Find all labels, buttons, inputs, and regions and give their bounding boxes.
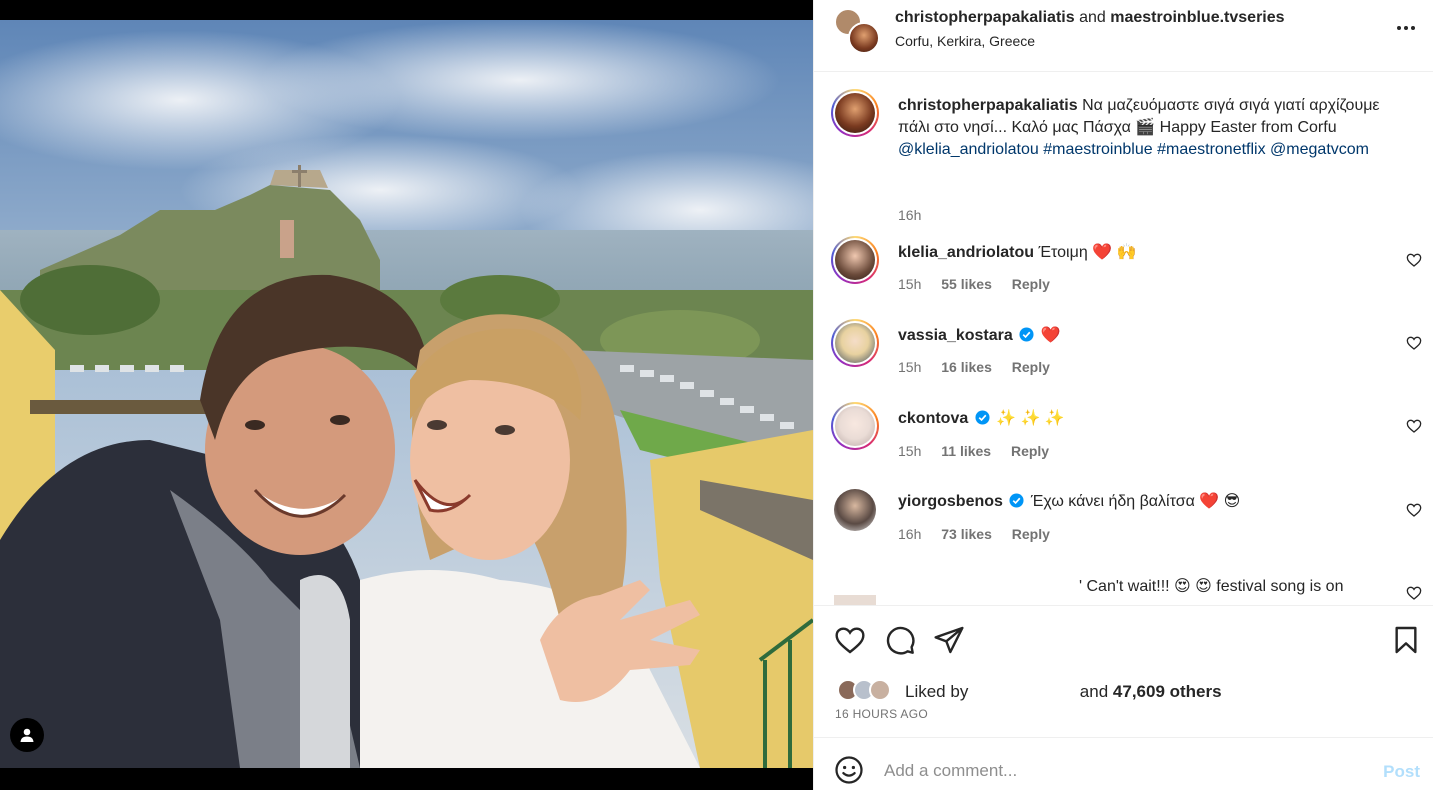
verified-badge-icon xyxy=(1009,493,1024,508)
likes-count[interactable]: 47,609 others xyxy=(1113,682,1222,701)
smiley-icon[interactable] xyxy=(834,755,864,785)
comment-text: yiorgosbenos Έχω κάνει ήδη βαλίτσα ❤️ 😎 xyxy=(898,491,1398,513)
post-authors: christopherpapakaliatis and maestroinblu… xyxy=(895,8,1285,28)
comment-body: ✨ ✨ ✨ xyxy=(996,410,1065,427)
comment-likes[interactable]: 16 likes xyxy=(941,359,992,375)
more-horizontal-icon xyxy=(1397,26,1415,30)
avatar xyxy=(835,240,875,280)
liker-avatars[interactable] xyxy=(834,678,898,702)
comment-time[interactable]: 15h xyxy=(898,359,921,375)
comment-body: Έχω κάνει ήδη βαλίτσα ❤️ 😎 xyxy=(1030,493,1241,510)
caption-meta: 16h xyxy=(898,207,937,223)
comment-input[interactable] xyxy=(884,758,1344,784)
mention-link[interactable]: @klelia_andriolatou xyxy=(898,141,1039,158)
heart-icon[interactable] xyxy=(1406,335,1422,351)
comment-meta: 15h 11 likes Reply xyxy=(898,443,1065,459)
comment-username[interactable]: yiorgosbenos xyxy=(898,493,1003,510)
comment-meta: 15h 16 likes Reply xyxy=(898,359,1066,375)
comment-username[interactable]: klelia_andriolatou xyxy=(898,244,1034,261)
reply-button[interactable]: Reply xyxy=(1012,526,1050,542)
bookmark-icon[interactable] xyxy=(1390,624,1422,656)
post-header: christopherpapakaliatis and maestroinblu… xyxy=(814,0,1433,72)
reply-button[interactable]: Reply xyxy=(1012,276,1050,292)
comment-text: ' Can't wait!!! 😍 😍 festival song is on xyxy=(1079,576,1379,598)
avatar xyxy=(835,93,875,133)
person-icon xyxy=(20,728,34,742)
more-options-button[interactable] xyxy=(1394,16,1418,40)
comment-text: ckontova ✨ ✨ ✨ xyxy=(898,408,1398,430)
comment-body: Έτοιμη ❤️ 🙌 xyxy=(1038,244,1137,261)
heart-icon[interactable] xyxy=(1406,252,1422,268)
post-side-panel: christopherpapakaliatis and maestroinblu… xyxy=(813,0,1433,790)
share-icon[interactable] xyxy=(933,624,965,656)
tagged-users-button[interactable] xyxy=(10,718,44,752)
avatar xyxy=(835,323,875,363)
comment-time[interactable]: 15h xyxy=(898,276,921,292)
comment-meta: 16h 73 likes Reply xyxy=(898,526,1066,542)
collab-avatars[interactable] xyxy=(834,8,880,54)
comment-body: ' Can't wait!!! 😍 😍 festival song is on xyxy=(1079,578,1344,595)
avatar-story-ring[interactable] xyxy=(831,89,879,137)
post-comment-button[interactable]: Post xyxy=(1383,762,1420,782)
comment-likes[interactable]: 11 likes xyxy=(941,443,991,459)
avatar-story-ring[interactable] xyxy=(831,402,879,450)
mention-link[interactable]: @megatvcom xyxy=(1270,141,1369,158)
avatar-story-ring[interactable] xyxy=(831,236,879,284)
comment-likes[interactable]: 55 likes xyxy=(941,276,992,292)
avatar xyxy=(835,406,875,446)
verified-badge-icon xyxy=(975,410,990,425)
comment-time[interactable]: 16h xyxy=(898,526,921,542)
comment-username[interactable]: ckontova xyxy=(898,410,968,427)
liked-by-text: Liked by xyxy=(905,682,969,701)
post-timestamp[interactable]: 16 HOURS AGO xyxy=(835,707,928,721)
heart-icon[interactable] xyxy=(1406,585,1422,601)
likes-and-text: and xyxy=(1079,682,1109,701)
reply-button[interactable]: Reply xyxy=(1011,443,1049,459)
caption-username[interactable]: christopherpapakaliatis xyxy=(898,97,1078,114)
avatar[interactable] xyxy=(834,595,876,605)
author-username[interactable]: christopherpapakaliatis xyxy=(895,9,1075,26)
verified-badge-icon xyxy=(1019,327,1034,342)
post-actions: Liked by and 47,609 others 16 HOURS AGO xyxy=(814,605,1433,737)
comment-meta: 15h 55 likes Reply xyxy=(898,276,1066,292)
reply-button[interactable]: Reply xyxy=(1012,359,1050,375)
heart-icon[interactable] xyxy=(1406,502,1422,518)
heart-icon[interactable] xyxy=(834,624,866,656)
coauthor-username[interactable]: maestroinblue.tvseries xyxy=(1110,9,1284,26)
caption-text: christopherpapakaliatis Να μαζευόμαστε σ… xyxy=(898,95,1398,161)
avatar xyxy=(848,22,880,54)
comment-text: klelia_andriolatou Έτοιμη ❤️ 🙌 xyxy=(898,242,1398,264)
comment-text: vassia_kostara ❤️ xyxy=(898,325,1398,347)
hashtag-link[interactable]: #maestroinblue xyxy=(1043,141,1152,158)
caption-time[interactable]: 16h xyxy=(898,207,921,223)
comments-list[interactable]: christopherpapakaliatis Να μαζευόμαστε σ… xyxy=(814,73,1433,605)
comment-username[interactable]: vassia_kostara xyxy=(898,327,1013,344)
post-photo xyxy=(0,0,813,790)
hashtag-link[interactable]: #maestronetflix xyxy=(1157,141,1266,158)
heart-icon[interactable] xyxy=(1406,418,1422,434)
avatar[interactable] xyxy=(834,489,876,531)
comment-time[interactable]: 15h xyxy=(898,443,921,459)
comment-icon[interactable] xyxy=(884,624,916,656)
location-link[interactable]: Corfu, Kerkira, Greece xyxy=(895,33,1035,49)
comment-body: ❤️ xyxy=(1040,327,1061,344)
comment-likes[interactable]: 73 likes xyxy=(941,526,992,542)
avatar-story-ring[interactable] xyxy=(831,319,879,367)
and-text: and xyxy=(1079,9,1106,26)
add-comment-bar: Post xyxy=(814,737,1433,790)
selfie-photo-image xyxy=(0,20,813,768)
